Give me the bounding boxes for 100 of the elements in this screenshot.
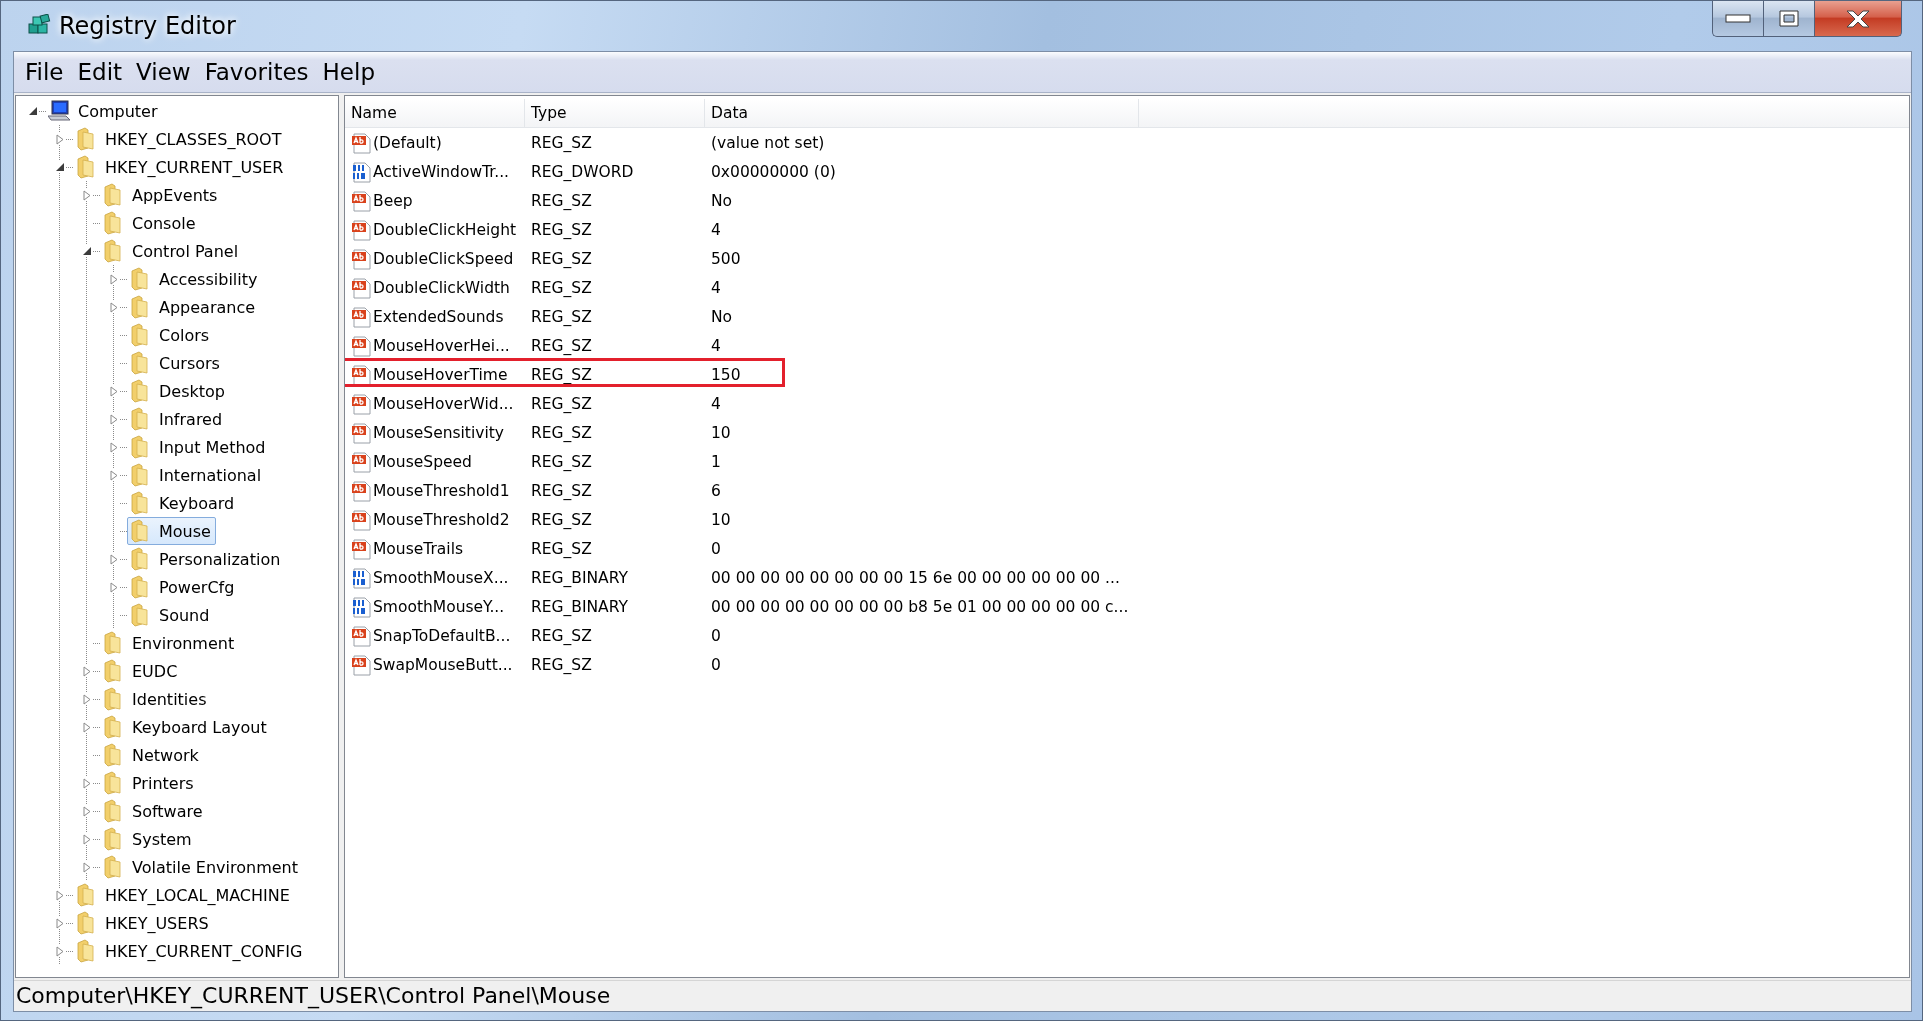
expand-arrow-icon[interactable] [56,917,64,929]
value-data: 1 [710,452,722,471]
folder-icon [129,267,151,291]
column-header[interactable]: Data [705,99,1139,127]
folder-icon [129,603,151,627]
expand-arrow-icon[interactable] [83,693,91,705]
tree-item[interactable]: Console [100,209,201,237]
close-button[interactable] [1814,1,1902,37]
expand-arrow-icon[interactable] [83,665,91,677]
value-type: REG_BINARY [530,568,629,587]
folder-icon [75,155,97,179]
expand-arrow-icon[interactable] [110,301,118,313]
value-name: MouseThreshold2 [373,510,510,529]
menu-item[interactable]: Favorites [197,59,316,85]
tree-item[interactable]: Colors [127,321,215,349]
tree-item[interactable]: Identities [100,685,212,713]
expand-arrow-icon[interactable] [83,721,91,733]
value-type: REG_SZ [530,394,593,413]
expand-arrow-icon[interactable] [56,133,64,145]
value-name: MouseHoverTime [373,365,508,384]
tree-item[interactable]: HKEY_CURRENT_USER [73,153,289,181]
tree-item[interactable]: Printers [100,769,199,797]
value-name: DoubleClickWidth [373,278,510,297]
value-type: REG_SZ [530,655,593,674]
tree-item[interactable]: Input Method [127,433,271,461]
tree-item[interactable]: Software [100,797,208,825]
tree-item[interactable]: PowerCfg [127,573,240,601]
value-data: 150 [710,365,742,384]
collapse-arrow-icon[interactable] [28,106,38,116]
expand-arrow-icon[interactable] [110,441,118,453]
folder-icon [102,743,124,767]
folder-icon [129,295,151,319]
tree-item[interactable]: Cursors [127,349,225,377]
close-icon [1845,8,1871,29]
tree-item[interactable]: Personalization [127,545,286,573]
folder-icon [102,239,124,263]
folder-icon [129,463,151,487]
tree-item[interactable]: Accessibility [127,265,263,293]
tree-item[interactable]: Desktop [127,377,230,405]
value-name: DoubleClickSpeed [373,249,514,268]
expand-arrow-icon[interactable] [56,945,64,957]
status-path: Computer\HKEY_CURRENT_USER\Control Panel\Mouse [16,982,611,1011]
tree-item[interactable]: HKEY_CURRENT_CONFIG [73,937,308,965]
expand-arrow-icon[interactable] [83,777,91,789]
folder-icon [102,211,124,235]
folder-icon [75,883,97,907]
expand-arrow-icon[interactable] [110,469,118,481]
tree-item[interactable]: Appearance [127,293,261,321]
collapse-arrow-icon[interactable] [82,246,92,256]
value-data: 4 [710,336,722,355]
value-name: (Default) [373,133,442,152]
folder-icon [102,687,124,711]
column-header[interactable]: Type [525,99,705,127]
folder-icon [129,519,151,543]
expand-arrow-icon[interactable] [83,805,91,817]
tree-item[interactable]: EUDC [100,657,183,685]
tree-item[interactable]: Computer [46,97,163,125]
tree-item[interactable]: HKEY_USERS [73,909,214,937]
minimize-button[interactable] [1712,1,1763,37]
tree-item[interactable]: Infrared [127,405,228,433]
value-name: MouseHoverHei... [373,336,510,355]
tree-item[interactable]: Keyboard [127,489,240,517]
tree-item[interactable]: Sound [127,601,215,629]
tree-item[interactable]: Volatile Environment [100,853,303,881]
tree-item[interactable]: Mouse [127,517,216,545]
value-type: REG_BINARY [530,597,629,616]
menu-item[interactable]: Help [315,59,382,85]
expand-arrow-icon[interactable] [56,889,64,901]
tree-item[interactable]: Network [100,741,204,769]
value-data: 0 [710,655,722,674]
value-data: 00 00 00 00 00 00 00 00 15 6e 00 00 00 00 00 00 ... [710,568,1121,587]
menu-item[interactable]: File [18,59,71,85]
expand-arrow-icon[interactable] [110,413,118,425]
menu-item[interactable]: Edit [70,59,130,85]
tree-item[interactable]: Environment [100,629,240,657]
value-name: Beep [373,191,413,210]
value-data: 500 [710,249,742,268]
expand-arrow-icon[interactable] [83,189,91,201]
tree-item[interactable]: Control Panel [100,237,244,265]
expand-arrow-icon[interactable] [110,553,118,565]
maximize-button[interactable] [1763,1,1814,37]
collapse-arrow-icon[interactable] [55,162,65,172]
folder-icon [102,715,124,739]
expand-arrow-icon[interactable] [110,273,118,285]
value-name: MouseThreshold1 [373,481,510,500]
tree-item[interactable]: HKEY_CLASSES_ROOT [73,125,287,153]
tree-item[interactable]: System [100,825,197,853]
expand-arrow-icon[interactable] [110,581,118,593]
tree-item[interactable]: AppEvents [100,181,223,209]
expand-arrow-icon[interactable] [83,861,91,873]
value-name: SmoothMouseY... [373,597,505,616]
value-type: REG_SZ [530,423,593,442]
expand-arrow-icon[interactable] [83,833,91,845]
tree-item[interactable]: Keyboard Layout [100,713,272,741]
tree-item[interactable]: HKEY_LOCAL_MACHINE [73,881,295,909]
column-header[interactable]: Name [345,99,525,127]
expand-arrow-icon[interactable] [110,385,118,397]
tree-item[interactable]: International [127,461,267,489]
menu-item[interactable]: View [129,59,198,85]
value-name: MouseSensitivity [373,423,504,442]
